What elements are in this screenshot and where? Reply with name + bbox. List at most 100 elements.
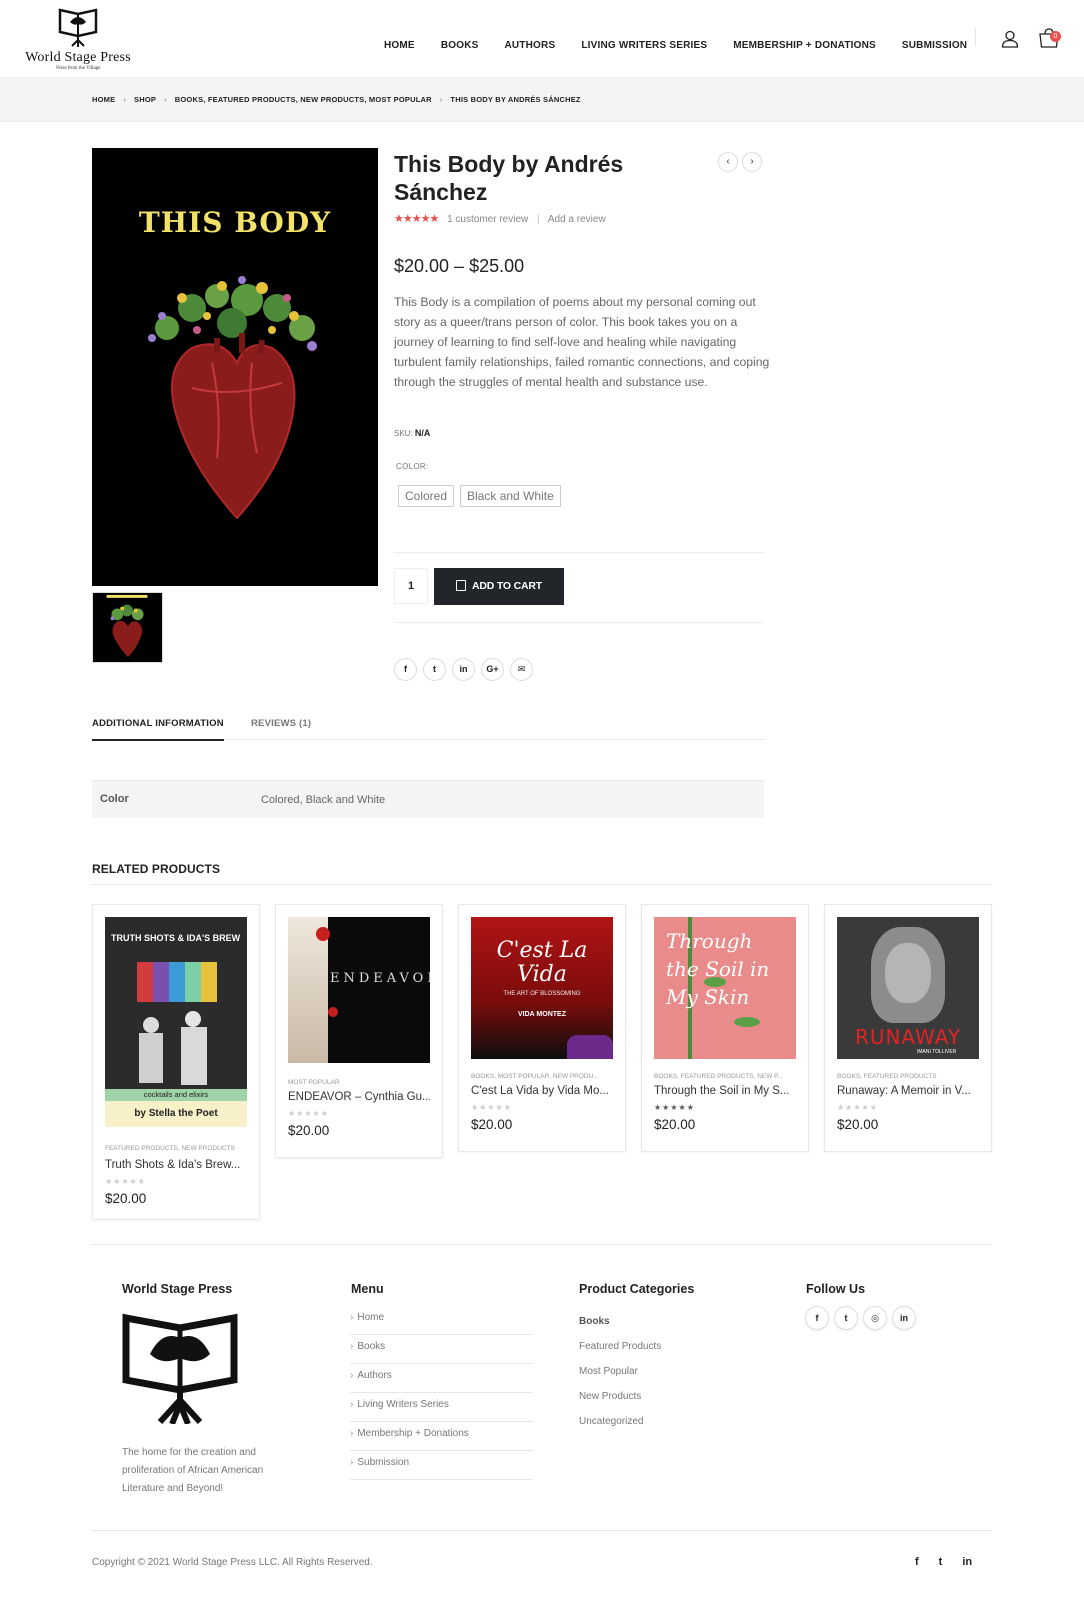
linkedin-icon[interactable]: in bbox=[452, 658, 475, 681]
figures-illustration bbox=[135, 1007, 215, 1087]
product-card-stars: ★★★★★ bbox=[288, 1109, 329, 1118]
site-header: World Stage Press Verse from the Village… bbox=[0, 0, 1084, 78]
product-card[interactable]: RUNAWAY IMANI TOLLIVER BOOKS, FEATURED P… bbox=[824, 904, 992, 1152]
review-count-link[interactable]: 1 customer review bbox=[447, 214, 528, 225]
breadcrumb-current: THIS BODY BY ANDRÉS SÁNCHEZ bbox=[450, 95, 581, 104]
product-card-image[interactable]: RUNAWAY IMANI TOLLIVER bbox=[837, 917, 979, 1059]
footer-menu-home[interactable]: Home bbox=[350, 1306, 533, 1335]
sku-value: N/A bbox=[414, 428, 431, 438]
divider bbox=[394, 552, 764, 553]
nav-home[interactable]: HOME bbox=[384, 40, 415, 51]
breadcrumb-home[interactable]: HOME bbox=[92, 95, 115, 104]
divider bbox=[92, 1530, 992, 1531]
cover-author: IMANI TOLLIVER bbox=[917, 1049, 957, 1055]
tab-reviews[interactable]: REVIEWS (1) bbox=[251, 718, 311, 729]
footer-menu-living-writers-series[interactable]: Living Writers Series bbox=[350, 1393, 533, 1422]
footer-menu-authors[interactable]: Authors bbox=[350, 1364, 533, 1393]
footer-category-books[interactable]: Books bbox=[579, 1316, 661, 1341]
product-navigation: ‹ › bbox=[718, 152, 762, 172]
leaves-graphic bbox=[734, 1017, 760, 1027]
product-card-stars: ★★★★★ bbox=[105, 1177, 146, 1186]
product-card-categories: FEATURED PRODUCTS, NEW PRODUCTS bbox=[105, 1145, 235, 1152]
add-to-cart-button[interactable]: ADD TO CART bbox=[434, 568, 564, 605]
product-card-stars: ★★★★★ bbox=[654, 1103, 695, 1112]
rating-summary: ★★★★★ 1 customer review | Add a review bbox=[394, 212, 606, 225]
facebook-icon[interactable]: f bbox=[394, 658, 417, 681]
sku: SKU: N/A bbox=[394, 428, 430, 438]
product-main-image[interactable]: THIS BODY bbox=[92, 148, 378, 586]
site-logo[interactable]: World Stage Press Verse from the Village bbox=[18, 4, 138, 76]
footer-category-most-popular[interactable]: Most Popular bbox=[579, 1366, 661, 1391]
cover-title: RUNAWAY bbox=[854, 1025, 962, 1049]
color-option-black-and-white[interactable]: Black and White bbox=[460, 485, 561, 507]
product-tabs: ADDITIONAL INFORMATION REVIEWS (1) bbox=[92, 718, 764, 741]
footer-menu-title: Menu bbox=[351, 1282, 384, 1296]
product-card[interactable]: C'est La Vida THE ART OF BLOSSOMING VIDA… bbox=[458, 904, 626, 1152]
rating-divider: | bbox=[537, 214, 540, 225]
twitter-icon[interactable]: t bbox=[939, 1556, 943, 1568]
product-card-stars: ★★★★★ bbox=[837, 1103, 878, 1112]
nav-submission[interactable]: SUBMISSION bbox=[902, 40, 967, 51]
facebook-icon[interactable]: f bbox=[915, 1556, 919, 1568]
thumbnail-heart-illustration bbox=[93, 593, 162, 662]
product-card-image[interactable]: Through the Soil in My Skin bbox=[654, 917, 796, 1059]
facebook-icon[interactable]: f bbox=[805, 1306, 829, 1330]
user-account-icon[interactable] bbox=[1001, 30, 1019, 48]
nav-membership-donations[interactable]: MEMBERSHIP + DONATIONS bbox=[733, 40, 876, 51]
breadcrumb-bar: HOME › SHOP › BOOKS, FEATURED PRODUCTS, NEW … bbox=[0, 78, 1084, 122]
breadcrumb-shop[interactable]: SHOP bbox=[134, 95, 156, 104]
attributes-table: Color Colored, Black and White bbox=[92, 780, 764, 818]
tab-additional-information[interactable]: ADDITIONAL INFORMATION bbox=[92, 718, 224, 741]
attribute-value: Colored, Black and White bbox=[261, 794, 386, 806]
footer-social-links: f t ◎ in bbox=[805, 1306, 916, 1330]
product-title: This Body by Andrés Sánchez bbox=[394, 151, 624, 205]
email-icon[interactable]: ✉ bbox=[510, 658, 533, 681]
next-product-icon[interactable]: › bbox=[742, 152, 762, 172]
breadcrumb-categories[interactable]: BOOKS, FEATURED PRODUCTS, NEW PRODUCTS, … bbox=[175, 95, 432, 104]
breadcrumb-separator: › bbox=[439, 95, 443, 104]
product-card-image[interactable]: C'est La Vida THE ART OF BLOSSOMING VIDA… bbox=[471, 917, 613, 1059]
cover-author: by Stella the Poet bbox=[105, 1101, 247, 1127]
divider bbox=[394, 622, 764, 623]
product-thumbnail[interactable] bbox=[92, 592, 163, 663]
nav-books[interactable]: BOOKS bbox=[441, 40, 479, 51]
footer-category-uncategorized[interactable]: Uncategorized bbox=[579, 1416, 661, 1441]
footer-categories: Books Featured Products Most Popular New… bbox=[579, 1316, 661, 1441]
color-option-colored[interactable]: Colored bbox=[398, 485, 455, 507]
product-card-name[interactable]: Through the Soil in My S... bbox=[654, 1085, 796, 1097]
footer-follow-title: Follow Us bbox=[806, 1282, 866, 1296]
star-rating: ★★★★★ bbox=[394, 213, 439, 225]
product-card[interactable]: ENDEAVOR MOST POPULAR ENDEAVOR – Cynthia… bbox=[275, 904, 443, 1158]
product-card[interactable]: TRUTH SHOTS & IDA'S BREW cocktails and e… bbox=[92, 904, 260, 1220]
breadcrumb-separator: › bbox=[123, 95, 127, 104]
twitter-icon[interactable]: t bbox=[834, 1306, 858, 1330]
footer-category-new[interactable]: New Products bbox=[579, 1391, 661, 1416]
linkedin-icon[interactable]: in bbox=[962, 1556, 972, 1568]
previous-product-icon[interactable]: ‹ bbox=[718, 152, 738, 172]
google-plus-icon[interactable]: G+ bbox=[481, 658, 504, 681]
footer-menu-membership-donations[interactable]: Membership + Donations bbox=[350, 1422, 533, 1451]
product-card-categories: BOOKS, FEATURED PRODUCTS bbox=[837, 1073, 937, 1080]
add-review-link[interactable]: Add a review bbox=[548, 214, 606, 225]
product-card-image[interactable]: TRUTH SHOTS & IDA'S BREW cocktails and e… bbox=[105, 917, 247, 1127]
cover-title: C'est La Vida bbox=[496, 938, 588, 987]
nav-living-writers-series[interactable]: LIVING WRITERS SERIES bbox=[581, 40, 707, 51]
footer-menu-submission[interactable]: Submission bbox=[350, 1451, 533, 1480]
cover-subtitle: THE ART OF BLOSSOMING bbox=[503, 991, 581, 997]
linkedin-icon[interactable]: in bbox=[892, 1306, 916, 1330]
instagram-icon[interactable]: ◎ bbox=[863, 1306, 887, 1330]
product-card-name[interactable]: Truth Shots & Ida's Brew... bbox=[105, 1159, 247, 1171]
product-card-name[interactable]: ENDEAVOR – Cynthia Gu... bbox=[288, 1091, 430, 1103]
product-card-name[interactable]: Runaway: A Memoir in V... bbox=[837, 1085, 979, 1097]
cart-count-badge: 0 bbox=[1050, 31, 1061, 42]
product-card[interactable]: Through the Soil in My Skin BOOKS, FEATU… bbox=[641, 904, 809, 1152]
logo-name: World Stage Press bbox=[25, 50, 131, 65]
quantity-input[interactable]: 1 bbox=[394, 568, 428, 604]
footer-category-featured[interactable]: Featured Products bbox=[579, 1341, 661, 1366]
product-card-image[interactable]: ENDEAVOR bbox=[288, 917, 430, 1063]
twitter-icon[interactable]: t bbox=[423, 658, 446, 681]
product-card-name[interactable]: C'est La Vida by Vida Mo... bbox=[471, 1085, 613, 1097]
footer-menu-books[interactable]: Books bbox=[350, 1335, 533, 1364]
nav-divider bbox=[975, 28, 976, 46]
nav-authors[interactable]: AUTHORS bbox=[504, 40, 555, 51]
